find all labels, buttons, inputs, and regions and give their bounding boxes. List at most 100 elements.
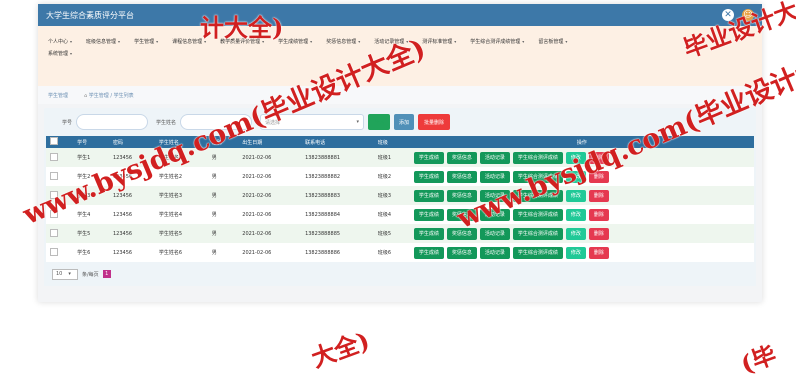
cell-password: 123456	[113, 249, 133, 256]
search-button[interactable]: 查询	[368, 114, 391, 130]
watermark-fragment: (毕	[736, 339, 780, 380]
edit-button[interactable]: 修改	[565, 189, 586, 202]
activity-button[interactable]: 活动记录	[479, 208, 510, 221]
edit-button[interactable]: 修改	[565, 151, 586, 164]
grades-button[interactable]: 学生成绩	[413, 170, 444, 183]
nav-item-9[interactable]: 学生综合测评成绩管理 ▾	[470, 36, 524, 48]
close-icon[interactable]: ✕	[722, 9, 734, 21]
rewards-button[interactable]: 奖惩信息	[446, 246, 477, 259]
evaluation-button[interactable]: 学生综合测评成绩	[512, 227, 563, 240]
nav-item-3[interactable]: 课程信息管理 ▾	[172, 36, 206, 48]
nav-item-1[interactable]: 班级信息管理 ▾	[86, 36, 120, 48]
column-header: 学号	[77, 139, 88, 146]
nav-item-4[interactable]: 教学质量评价管理 ▾	[220, 36, 264, 48]
rewards-button[interactable]: 奖惩信息	[446, 170, 477, 183]
student-id-input[interactable]	[76, 114, 149, 130]
select-all-checkbox[interactable]	[50, 137, 58, 145]
column-header: 操作	[576, 139, 587, 146]
grades-button[interactable]: 学生成绩	[413, 246, 444, 259]
edit-button[interactable]: 修改	[565, 227, 586, 240]
cell-gender: 男	[211, 174, 217, 180]
nav-item-label: 测评标准管理	[422, 39, 453, 45]
delete-button[interactable]: 删除	[588, 246, 609, 259]
row-checkbox[interactable]	[50, 152, 58, 161]
nav-item-8[interactable]: 测评标准管理 ▾	[422, 36, 456, 48]
cell-name: 学生姓名2	[158, 174, 183, 180]
app-title: 大学生综合素质评分平台	[46, 10, 134, 20]
actions-cell: 学生成绩 奖惩信息 活动记录 学生综合测评成绩 修改 删除	[410, 167, 754, 186]
breadcrumb-section[interactable]: 学生管理	[48, 92, 68, 99]
cell-gender: 男	[211, 193, 217, 199]
page-size-select[interactable]: 10 ▾	[52, 268, 78, 280]
nav-item-0[interactable]: 个人中心 ▾	[48, 36, 72, 48]
delete-button[interactable]: 删除	[588, 151, 609, 164]
row-checkbox-cell	[46, 205, 73, 224]
cell-password: 123456	[113, 192, 133, 199]
add-button[interactable]: 添加	[394, 114, 415, 130]
row-checkbox[interactable]	[50, 228, 58, 237]
chevron-down-icon: ▾	[204, 39, 207, 44]
actions-cell: 学生成绩 奖惩信息 活动记录 学生综合测评成绩 修改 删除	[410, 224, 754, 243]
delete-button[interactable]: 删除	[588, 208, 609, 221]
column-header: 联系电话	[305, 139, 326, 146]
row-checkbox[interactable]	[50, 209, 58, 218]
nav-item-2[interactable]: 学生管理 ▾	[134, 36, 158, 48]
nav-item-11[interactable]: 系统管理 ▾	[48, 48, 72, 60]
cell-password: 123456	[113, 173, 133, 180]
filter-select[interactable]: 请选择 ▾	[260, 114, 365, 130]
cell-gender: 男	[211, 231, 217, 237]
evaluation-button[interactable]: 学生综合测评成绩	[512, 189, 563, 202]
grades-button[interactable]: 学生成绩	[413, 227, 444, 240]
main-nav: 个人中心 ▾ 班级信息管理 ▾ 学生管理 ▾ 课程信息管理 ▾ 教学质量评价管理 ▾ 学生成绩管理 ▾…	[38, 26, 762, 60]
evaluation-button[interactable]: 学生综合测评成绩	[512, 151, 563, 164]
watermark-fragment: 大全)	[307, 325, 374, 374]
actions-cell: 学生成绩 奖惩信息 活动记录 学生综合测评成绩 修改 删除	[410, 186, 754, 205]
avatar-icon[interactable]: ☺	[742, 9, 754, 21]
grades-button[interactable]: 学生成绩	[413, 189, 444, 202]
pagination: 10 ▾ 条/每页 1	[44, 262, 756, 286]
edit-button[interactable]: 修改	[565, 246, 586, 259]
nav-item-7[interactable]: 活动记录管理 ▾	[374, 36, 408, 48]
current-page[interactable]: 1	[102, 270, 111, 278]
student-name-input[interactable]	[180, 114, 253, 130]
grades-button[interactable]: 学生成绩	[413, 208, 444, 221]
evaluation-button[interactable]: 学生综合测评成绩	[512, 208, 563, 221]
evaluation-button[interactable]: 学生综合测评成绩	[512, 246, 563, 259]
edit-button[interactable]: 修改	[565, 170, 586, 183]
edit-button[interactable]: 修改	[565, 208, 586, 221]
rewards-button[interactable]: 奖惩信息	[446, 189, 477, 202]
cell-birth: 2021-02-06	[242, 249, 272, 256]
row-checkbox[interactable]	[50, 190, 58, 199]
student-id-label: 学号	[62, 119, 73, 126]
activity-button[interactable]: 活动记录	[479, 189, 510, 202]
activity-button[interactable]: 活动记录	[479, 151, 510, 164]
column-header: 出生日期	[242, 139, 263, 146]
chevron-down-icon: ▾	[70, 51, 73, 56]
row-checkbox[interactable]	[50, 247, 58, 256]
activity-button[interactable]: 活动记录	[479, 227, 510, 240]
nav-item-5[interactable]: 学生成绩管理 ▾	[278, 36, 312, 48]
delete-button[interactable]: 删除	[588, 227, 609, 240]
breadcrumb: 学生管理 ⌂ 学生管理 / 学生列表	[38, 86, 762, 104]
table-header: 学号 密码 学生姓名 性别 出生日期 联系电话 班级 操作	[46, 136, 754, 148]
search-button-label: 查询	[374, 119, 385, 126]
row-checkbox[interactable]	[50, 171, 58, 180]
rewards-button[interactable]: 奖惩信息	[446, 227, 477, 240]
grades-button[interactable]: 学生成绩	[413, 151, 444, 164]
activity-button[interactable]: 活动记录	[479, 170, 510, 183]
nav-item-6[interactable]: 奖惩信息管理 ▾	[326, 36, 360, 48]
home-icon[interactable]: ⌂	[84, 93, 87, 99]
table-row: 学生1 123456 学生姓名1 男 2021-02-06 13823888881 班级1 学…	[46, 148, 754, 167]
nav-item-10[interactable]: 留言板管理 ▾	[538, 36, 567, 48]
breadcrumb-path: 学生管理 / 学生列表	[88, 92, 134, 99]
rewards-button[interactable]: 奖惩信息	[446, 151, 477, 164]
batch-delete-button[interactable]: 批量删除	[418, 114, 451, 130]
delete-button[interactable]: 删除	[588, 170, 609, 183]
chevron-down-icon: ▾	[406, 39, 409, 44]
actions-cell: 学生成绩 奖惩信息 活动记录 学生综合测评成绩 修改 删除	[410, 205, 754, 224]
cell-phone: 13823888886	[305, 249, 341, 256]
rewards-button[interactable]: 奖惩信息	[446, 208, 477, 221]
evaluation-button[interactable]: 学生综合测评成绩	[512, 170, 563, 183]
delete-button[interactable]: 删除	[588, 189, 609, 202]
activity-button[interactable]: 活动记录	[479, 246, 510, 259]
